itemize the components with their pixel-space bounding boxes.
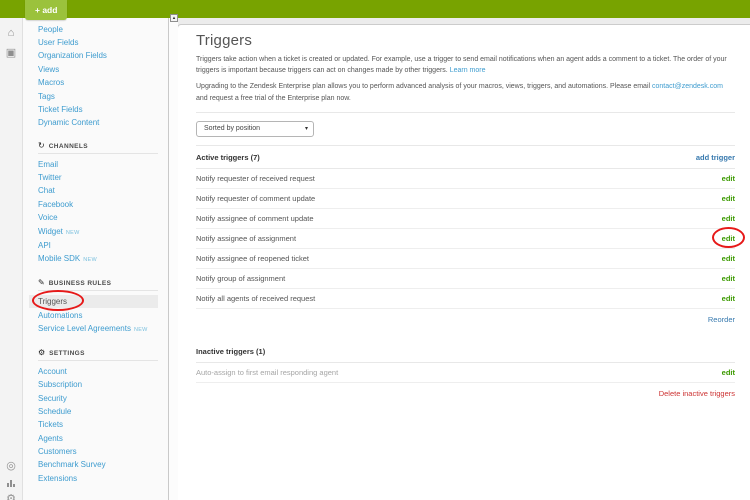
new-badge: NEW	[83, 257, 97, 263]
divider	[38, 290, 158, 291]
sidebar-item-triggers[interactable]: Triggers	[29, 295, 158, 308]
sidebar-section-settings: ⚙ SETTINGS	[38, 349, 158, 357]
sidebar-item-tags[interactable]: Tags	[24, 90, 168, 103]
views-icon[interactable]: ▣	[0, 47, 22, 60]
edit-link[interactable]: edit	[722, 368, 735, 377]
main-panel: Triggers Triggers take action when a tic…	[177, 24, 750, 500]
trigger-name: Notify all agents of received request	[196, 294, 315, 303]
sidebar-item-automations[interactable]: Automations	[24, 309, 168, 322]
sidebar-item-facebook[interactable]: Facebook	[24, 198, 168, 211]
intro-paragraph-1: Triggers take action when a ticket is cr…	[196, 54, 735, 76]
intro-paragraph-2: Upgrading to the Zendesk Enterprise plan…	[196, 81, 735, 103]
top-green-bar	[0, 0, 750, 18]
trigger-name: Notify requester of comment update	[196, 194, 315, 203]
edit-link[interactable]: edit	[722, 254, 735, 263]
zendesk-admin-page: + add ⌂ ▣ ◎ ⚙ People User Fields Organiz…	[0, 0, 750, 500]
trigger-row: Notify assignee of comment update edit	[196, 209, 735, 229]
reports-icon[interactable]	[0, 479, 22, 487]
home-icon[interactable]: ⌂	[0, 27, 22, 40]
trigger-name: Notify assignee of reopened ticket	[196, 254, 309, 263]
active-triggers-title: Active triggers (7)	[196, 153, 260, 162]
trigger-name: Notify assignee of assignment	[196, 234, 296, 243]
trigger-row: Notify assignee of assignment edit	[196, 229, 735, 249]
reorder-link[interactable]: Reorder	[708, 315, 735, 324]
sidebar-item-email[interactable]: Email	[24, 158, 168, 171]
sidebar-item-customers[interactable]: Customers	[24, 445, 168, 458]
new-badge: NEW	[134, 327, 148, 333]
sidebar-item-people[interactable]: People	[24, 23, 168, 36]
add-trigger-link[interactable]: add trigger	[696, 153, 735, 162]
sidebar-item-agents[interactable]: Agents	[24, 432, 168, 445]
learn-more-link[interactable]: Learn more	[450, 67, 486, 74]
channels-icon: ↻	[38, 142, 45, 150]
admin-sidebar: People User Fields Organization Fields V…	[24, 18, 168, 500]
sidebar-scrollbar[interactable]: ▴	[168, 18, 178, 500]
new-badge: NEW	[66, 230, 80, 236]
trigger-name: Notify requester of received request	[196, 174, 315, 183]
edit-link[interactable]: edit	[722, 274, 735, 283]
sidebar-item-extensions[interactable]: Extensions	[24, 472, 168, 485]
settings-icon[interactable]: ⚙	[0, 493, 22, 500]
sidebar-item-dynamic-content[interactable]: Dynamic Content	[24, 117, 168, 130]
trigger-row: Notify all agents of received request ed…	[196, 289, 735, 309]
sort-dropdown-value: Sorted by position	[204, 125, 260, 132]
trigger-row: Notify requester of comment update edit	[196, 189, 735, 209]
settings-gear-icon: ⚙	[38, 349, 45, 357]
sort-dropdown[interactable]: Sorted by position ▾	[196, 121, 314, 137]
active-triggers-header: Active triggers (7) add trigger	[196, 146, 735, 169]
sidebar-item-macros[interactable]: Macros	[24, 77, 168, 90]
add-button[interactable]: + add	[25, 0, 67, 20]
divider	[38, 360, 158, 361]
edit-link[interactable]: edit	[722, 214, 735, 223]
sidebar-item-user-fields[interactable]: User Fields	[24, 36, 168, 49]
help-icon[interactable]: ◎	[0, 460, 22, 473]
sidebar-item-widget[interactable]: WidgetNEW	[24, 225, 168, 239]
trigger-name: Notify assignee of comment update	[196, 214, 314, 223]
sidebar-item-security[interactable]: Security	[24, 392, 168, 405]
sidebar-item-tickets[interactable]: Tickets	[24, 419, 168, 432]
trigger-row: Notify assignee of reopened ticket edit	[196, 249, 735, 269]
sidebar-section-business-rules: ✎ BUSINESS RULES	[38, 279, 158, 287]
business-rules-icon: ✎	[38, 279, 45, 287]
sidebar-item-subscription[interactable]: Subscription	[24, 379, 168, 392]
edit-link[interactable]: edit	[722, 294, 735, 303]
sidebar-item-schedule[interactable]: Schedule	[24, 405, 168, 418]
spacer	[196, 330, 735, 340]
sidebar-item-organization-fields[interactable]: Organization Fields	[24, 50, 168, 63]
scroll-up-arrow[interactable]: ▴	[170, 14, 178, 22]
divider	[38, 153, 158, 154]
delete-inactive-row: Delete inactive triggers	[196, 383, 735, 404]
chevron-down-icon: ▾	[305, 125, 308, 132]
edit-link-annotated[interactable]: edit	[722, 234, 735, 243]
contact-email-link[interactable]: contact@zendesk.com	[652, 83, 723, 90]
sidebar-item-voice[interactable]: Voice	[24, 212, 168, 225]
edit-link[interactable]: edit	[722, 194, 735, 203]
sidebar-item-mobile-sdk[interactable]: Mobile SDKNEW	[24, 253, 168, 267]
divider	[196, 112, 735, 113]
sidebar-item-twitter[interactable]: Twitter	[24, 171, 168, 184]
sidebar-section-channels: ↻ CHANNELS	[38, 142, 158, 150]
edit-link[interactable]: edit	[722, 174, 735, 183]
sidebar-item-service-level-agreements[interactable]: Service Level AgreementsNEW	[24, 323, 168, 337]
inactive-triggers-header: Inactive triggers (1)	[196, 340, 735, 363]
left-icon-rail: ⌂ ▣ ◎ ⚙	[0, 18, 23, 500]
sidebar-item-views[interactable]: Views	[24, 63, 168, 76]
sidebar-item-benchmark-survey[interactable]: Benchmark Survey	[24, 459, 168, 472]
sidebar-item-account[interactable]: Account	[24, 365, 168, 378]
trigger-name: Notify group of assignment	[196, 274, 285, 283]
trigger-row: Notify group of assignment edit	[196, 269, 735, 289]
page-title: Triggers	[196, 32, 735, 49]
inactive-triggers-title: Inactive triggers (1)	[196, 347, 265, 356]
sidebar-item-api[interactable]: API	[24, 239, 168, 252]
trigger-row: Notify requester of received request edi…	[196, 169, 735, 189]
sidebar-item-ticket-fields[interactable]: Ticket Fields	[24, 103, 168, 116]
sidebar-item-chat[interactable]: Chat	[24, 185, 168, 198]
reorder-row: Reorder	[196, 309, 735, 330]
delete-inactive-triggers-link[interactable]: Delete inactive triggers	[659, 389, 735, 398]
trigger-row: Auto-assign to first email responding ag…	[196, 363, 735, 383]
trigger-name: Auto-assign to first email responding ag…	[196, 368, 338, 377]
